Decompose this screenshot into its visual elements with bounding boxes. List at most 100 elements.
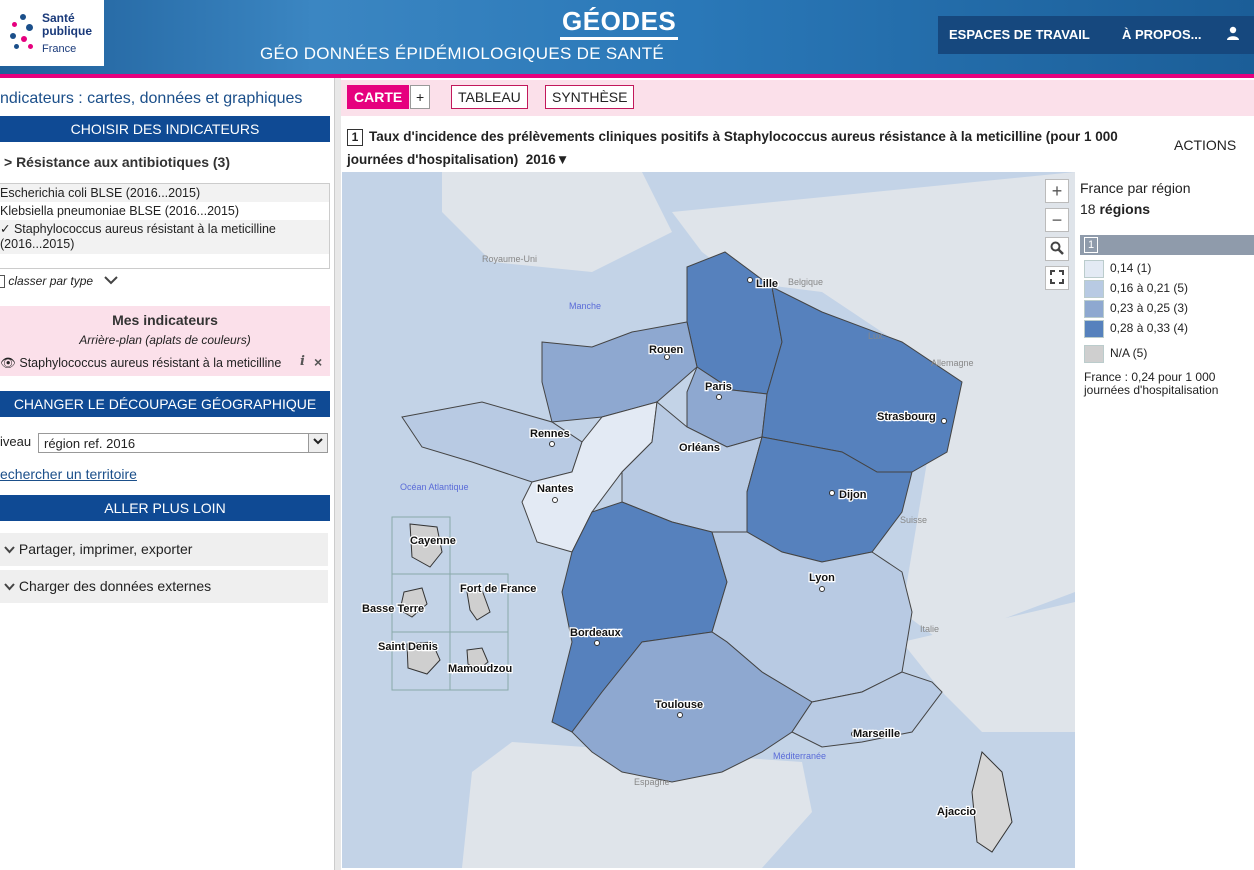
nav-espaces-de-travail[interactable]: ESPACES DE TRAVAIL bbox=[949, 27, 1090, 42]
tab-tableau[interactable]: TABLEAU bbox=[451, 85, 528, 109]
my-indicator-item: 👁 Staphylococcus aureus résistant à la m… bbox=[0, 356, 281, 371]
niveau-value: région ref. 2016 bbox=[44, 436, 136, 451]
accordion-external-data[interactable]: Charger des données externes bbox=[0, 570, 328, 603]
indicator-item-selected[interactable]: ✓ Staphylococcus aureus résistant à la m… bbox=[0, 220, 329, 254]
accordion-label: Charger des données externes bbox=[18, 578, 212, 594]
chevron-down-icon bbox=[4, 541, 15, 557]
classer-checkbox[interactable] bbox=[0, 275, 5, 289]
city-label: Marseille bbox=[853, 728, 900, 740]
triangle-down-icon: ▼ bbox=[555, 152, 570, 167]
top-nav: ESPACES DE TRAVAIL À PROPOS... bbox=[938, 16, 1254, 54]
city-label: Bordeaux bbox=[570, 627, 622, 639]
niveau-select[interactable]: région ref. 2016 bbox=[38, 433, 328, 453]
legend-title: France par région bbox=[1080, 180, 1191, 196]
actions-label: ACTIONS bbox=[1174, 137, 1237, 153]
close-icon[interactable]: × bbox=[314, 354, 322, 370]
legend-count: 18 régions bbox=[1080, 201, 1151, 217]
legend-row: 0,14 (1) bbox=[1084, 260, 1151, 278]
logo-dots-icon bbox=[10, 14, 36, 52]
tab-synthese[interactable]: SYNTHÈSE bbox=[545, 85, 635, 109]
city-label: Rouen bbox=[649, 344, 684, 356]
view-tabs: CARTE + TABLEAU SYNTHÈSE bbox=[341, 80, 1254, 116]
zoom-in-button[interactable]: + bbox=[1045, 179, 1069, 203]
legend-badge: 1 bbox=[1084, 237, 1098, 253]
choose-indicators-bar[interactable]: CHOISIR DES INDICATEURS bbox=[0, 116, 330, 142]
search-territory-link[interactable]: echercher un territoire bbox=[0, 466, 137, 482]
map-svg: Lille Rouen Paris Strasbourg Rennes Orlé… bbox=[342, 172, 1075, 868]
place-label: Italie bbox=[920, 624, 939, 634]
legend-row: 0,16 à 0,21 (5) bbox=[1084, 280, 1188, 298]
city-label: Rennes bbox=[530, 428, 570, 440]
map-title-text: Taux d'incidence des prélèvements cliniq… bbox=[347, 129, 1118, 167]
map-number-badge: 1 bbox=[347, 129, 363, 146]
my-indicator-label: Staphylococcus aureus résistant à la met… bbox=[19, 356, 282, 370]
city-label: Toulouse bbox=[655, 699, 703, 711]
search-icon[interactable] bbox=[1045, 237, 1069, 261]
accordion-share[interactable]: Partager, imprimer, exporter bbox=[0, 533, 328, 566]
city-label: Lyon bbox=[809, 572, 835, 584]
legend-row: 0,28 à 0,33 (4) bbox=[1084, 320, 1188, 338]
tab-add[interactable]: + bbox=[410, 85, 431, 109]
zoom-out-button[interactable]: − bbox=[1045, 208, 1069, 232]
classer-label: classer par type bbox=[8, 274, 94, 288]
chevron-down-icon[interactable] bbox=[308, 434, 327, 452]
place-label: Océan Atlantique bbox=[400, 482, 469, 492]
logo-line-3: France bbox=[42, 43, 77, 55]
user-icon[interactable] bbox=[1226, 25, 1240, 44]
indicator-list: Escherichia coli BLSE (2016...2015) Kleb… bbox=[0, 183, 330, 269]
app-title[interactable]: GÉODES bbox=[560, 6, 679, 40]
place-label: Manche bbox=[569, 301, 601, 311]
place-label: Lux. bbox=[868, 331, 885, 341]
indicator-item[interactable]: Klebsiella pneumoniae BLSE (2016...2015) bbox=[0, 202, 329, 220]
logo-line-2: publique bbox=[42, 24, 92, 38]
actions-menu[interactable]: ACTIONS bbox=[1174, 137, 1236, 153]
app-header: Santé publique France GÉODES GÉO DONNÉES… bbox=[0, 0, 1254, 76]
panel-divider[interactable] bbox=[334, 78, 341, 870]
map-title: 1 Taux d'incidence des prélèvements clini… bbox=[347, 125, 1157, 171]
outremer-label: Saint Denis bbox=[378, 641, 438, 653]
year-selector[interactable]: 2016▼ bbox=[522, 152, 569, 167]
city-label: Paris bbox=[705, 381, 732, 393]
tab-carte[interactable]: CARTE bbox=[347, 85, 410, 109]
city-label: Ajaccio bbox=[937, 806, 976, 818]
classer-par-type[interactable]: classer par type bbox=[0, 274, 119, 289]
nav-a-propos[interactable]: À PROPOS... bbox=[1122, 27, 1201, 42]
map-legend: France par région 18 régions 1 0,14 (1) … bbox=[1076, 172, 1254, 868]
chevron-down-icon bbox=[4, 578, 15, 594]
left-panel: ndicateurs : cartes, données et graphiqu… bbox=[0, 78, 334, 870]
aller-plus-loin-bar[interactable]: ALLER PLUS LOIN bbox=[0, 495, 330, 521]
my-indicators: Mes indicateurs Arrière-plan (aplats de … bbox=[0, 306, 330, 376]
place-label: Suisse bbox=[900, 515, 927, 525]
legend-footer: France : 0,24 pour 1 000 journées d'hosp… bbox=[1084, 370, 1219, 397]
place-label: Espagne bbox=[634, 777, 670, 787]
indicator-group[interactable]: > Résistance aux antibiotiques (3) bbox=[4, 154, 230, 170]
change-geo-bar[interactable]: CHANGER LE DÉCOUPAGE GÉOGRAPHIQUE bbox=[0, 391, 330, 417]
panel-heading: ndicateurs : cartes, données et graphiqu… bbox=[0, 90, 303, 107]
city-label: Lille bbox=[756, 278, 778, 290]
outremer-label: Cayenne bbox=[410, 535, 456, 547]
eye-icon[interactable]: 👁 bbox=[0, 356, 16, 370]
info-icon[interactable]: i bbox=[300, 354, 305, 369]
sante-publique-logo[interactable]: Santé publique France bbox=[0, 0, 104, 66]
city-label: Strasbourg bbox=[877, 411, 936, 423]
niveau-label: iveau bbox=[0, 434, 32, 449]
my-indicators-title: Mes indicateurs bbox=[112, 312, 218, 328]
city-label: Nantes bbox=[537, 483, 574, 495]
fullscreen-icon[interactable] bbox=[1045, 266, 1069, 290]
accordion-label: Partager, imprimer, exporter bbox=[18, 541, 193, 557]
legend-row: N/A (5) bbox=[1084, 345, 1147, 363]
outremer-label: Fort de France bbox=[460, 583, 536, 595]
map-canvas[interactable]: Lille Rouen Paris Strasbourg Rennes Orlé… bbox=[342, 172, 1075, 868]
place-label: Allemagne bbox=[931, 358, 974, 368]
outremer-label: Mamoudzou bbox=[448, 663, 512, 675]
app-subtitle: GÉO DONNÉES ÉPIDÉMIOLOGIQUES DE SANTÉ bbox=[260, 44, 665, 63]
my-indicators-subtitle: Arrière-plan (aplats de couleurs) bbox=[79, 333, 251, 347]
place-label: Méditerranée bbox=[773, 751, 826, 761]
place-label: Belgique bbox=[788, 277, 823, 287]
chevron-down-icon[interactable] bbox=[104, 274, 119, 288]
place-label: Royaume-Uni bbox=[482, 254, 537, 264]
indicator-item[interactable]: Escherichia coli BLSE (2016...2015) bbox=[0, 184, 329, 202]
legend-header-bar: 1 bbox=[1080, 235, 1254, 255]
legend-row: 0,23 à 0,25 (3) bbox=[1084, 300, 1188, 318]
outremer-label: Basse Terre bbox=[362, 603, 424, 615]
